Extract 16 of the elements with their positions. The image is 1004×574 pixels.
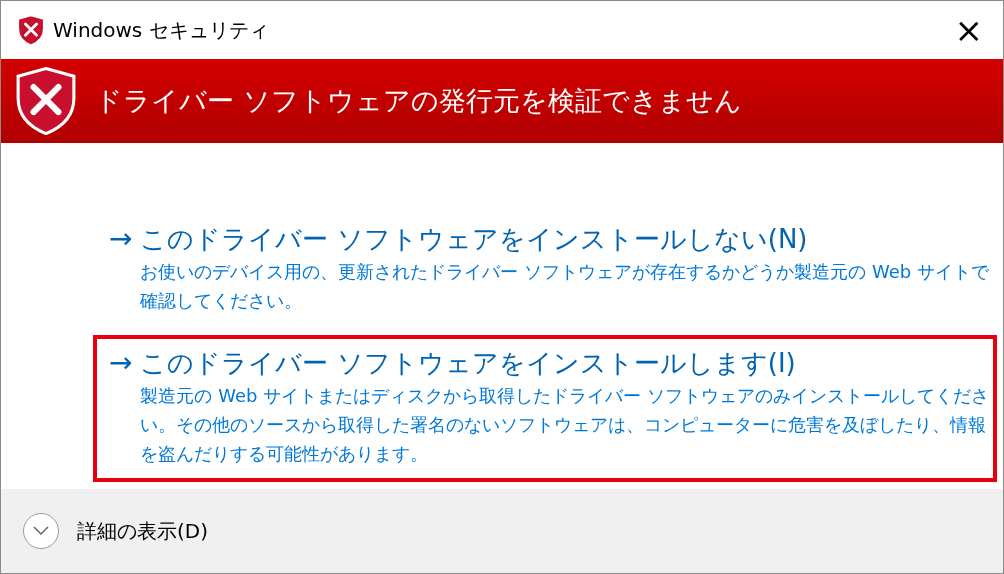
install-option[interactable]: → このドライバー ソフトウェアをインストールします(I) 製造元の Web サイトまたはディスクから取得したドライバー ソフトウェアのみインストールしてください。その他のソースから取得した署名のないソフトウェアは、コンピューターに危害を及ぼしたり、情報を盗んだりする可能性があります。 — [93, 335, 997, 482]
chevron-icon — [33, 526, 49, 536]
option-title: このドライバー ソフトウェアをインストールします(I) — [140, 347, 797, 380]
close-button[interactable]: × — [948, 13, 989, 47]
option-title: このドライバー ソフトウェアをインストールしない(N) — [140, 223, 809, 256]
window-title: Windows セキュリティ — [53, 17, 269, 44]
details-label: 詳細の表示(D) — [77, 518, 208, 545]
arrow-icon: → — [109, 221, 133, 315]
shield-icon — [15, 66, 77, 136]
install-option[interactable]: → このドライバー ソフトウェアをインストールしない(N) お使いのデバイス用の、更新されたドライバー ソフトウェアが存在するかどうか製造元の Web サイトで確認してください。 — [93, 211, 997, 329]
shield-icon — [17, 14, 45, 46]
option-description: 製造元の Web サイトまたはディスクから取得したドライバー ソフトウェアのみインストールしてください。その他のソースから取得した署名のないソフトウェアは、コンピューターに危害を及ぼしたり、情報を盗んだりする可能性があります。 — [140, 384, 989, 466]
option-description: お使いのデバイス用の、更新されたドライバー ソフトウェアが存在するかどうか製造元の Web サイトで確認してください。 — [140, 260, 989, 313]
expand-button[interactable] — [23, 513, 59, 549]
banner-heading: ドライバー ソフトウェアの発行元を検証できません — [95, 83, 742, 118]
arrow-icon: → — [109, 345, 133, 468]
